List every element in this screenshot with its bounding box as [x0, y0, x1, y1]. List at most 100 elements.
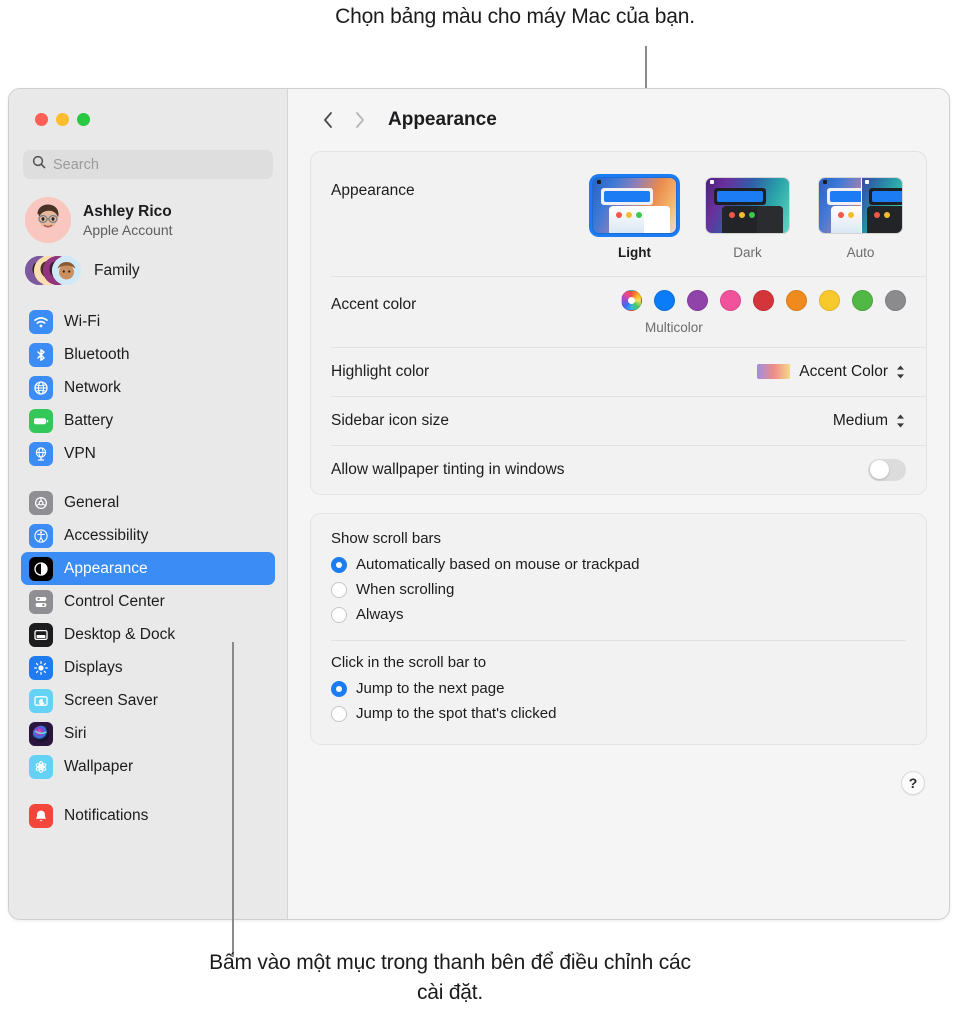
sidebar-item-label: Bluetooth: [64, 346, 130, 364]
sidebar-item-notifications[interactable]: Notifications: [21, 799, 275, 832]
accent-swatch-green[interactable]: [852, 290, 873, 311]
minimize-button[interactable]: [56, 113, 69, 126]
sidebar-item-wallpaper[interactable]: Wallpaper: [21, 750, 275, 783]
theme-option-light[interactable]: Light: [589, 174, 680, 260]
zoom-button[interactable]: [77, 113, 90, 126]
sidebar-item-label: VPN: [64, 445, 96, 463]
screen-saver-icon: [29, 689, 53, 713]
sidebar-item-label: Desktop & Dock: [64, 626, 175, 644]
sidebar-item-family[interactable]: Family: [25, 253, 275, 289]
sidebar-icon-size-popup-button[interactable]: [895, 413, 906, 429]
appearance-theme-row: Appearance: [311, 152, 926, 276]
sidebar-item-desktop-and-dock[interactable]: Desktop & Dock: [21, 618, 275, 651]
radio-jump-next-page[interactable]: Jump to the next page: [331, 676, 906, 701]
accent-color-caption: Multicolor: [645, 320, 703, 335]
account-subtitle: Apple Account: [83, 221, 173, 239]
sidebar-item-network[interactable]: Network: [21, 371, 275, 404]
theme-option-dark[interactable]: Dark: [702, 174, 793, 260]
sidebar-icon-size-label: Sidebar icon size: [331, 412, 833, 430]
family-avatar-4: [52, 256, 81, 285]
accent-swatch-yellow[interactable]: [819, 290, 840, 311]
accent-color-label: Accent color: [331, 290, 621, 314]
highlight-color-swatch: [757, 364, 790, 379]
click-scroll-bar-title: Click in the scroll bar to: [331, 654, 906, 671]
callout-bottom-leader-line: [232, 642, 234, 957]
gear-icon: [29, 491, 53, 515]
theme-thumbnail-dark: [705, 177, 790, 234]
radio-label: Jump to the next page: [356, 680, 504, 697]
radio-jump-to-spot[interactable]: Jump to the spot that's clicked: [331, 701, 906, 726]
highlight-color-label: Highlight color: [331, 363, 757, 381]
accent-color-swatches: [621, 290, 906, 311]
help-button[interactable]: ?: [901, 771, 925, 795]
sidebar-item-label: Siri: [64, 725, 86, 743]
content-panel: Appearance Appearance: [288, 89, 949, 919]
radio-label: When scrolling: [356, 581, 454, 598]
radio-button[interactable]: [331, 706, 347, 722]
sidebar-item-accessibility[interactable]: Accessibility: [21, 519, 275, 552]
chevron-right-icon[interactable]: [346, 106, 374, 134]
highlight-color-row: Highlight color Accent Color: [311, 347, 926, 396]
sidebar-item-vpn[interactable]: VPN: [21, 437, 275, 470]
traffic-lights: [21, 89, 275, 126]
wallpaper-tinting-toggle[interactable]: [868, 459, 906, 481]
theme-label: Dark: [733, 245, 762, 260]
account-row[interactable]: Ashley Rico Apple Account: [25, 193, 275, 247]
radio-label: Jump to the spot that's clicked: [356, 705, 556, 722]
chevron-left-icon[interactable]: [314, 106, 342, 134]
radio-button[interactable]: [331, 607, 347, 623]
accent-swatch-pink[interactable]: [720, 290, 741, 311]
sidebar-item-label: Screen Saver: [64, 692, 158, 710]
search-input[interactable]: [53, 157, 264, 173]
accent-color-row: Accent color Multicolor: [311, 276, 926, 347]
appearance-settings-card: Appearance: [310, 151, 927, 495]
sidebar-item-control-center[interactable]: Control Center: [21, 585, 275, 618]
sidebar-item-screen-saver[interactable]: Screen Saver: [21, 684, 275, 717]
accent-swatch-orange[interactable]: [786, 290, 807, 311]
sidebar-item-label: Wallpaper: [64, 758, 133, 776]
siri-icon: [29, 722, 53, 746]
theme-thumbnail-light: [592, 177, 677, 234]
theme-option-auto[interactable]: Auto: [815, 174, 906, 260]
radio-button[interactable]: [331, 557, 347, 573]
accent-swatch-blue[interactable]: [654, 290, 675, 311]
radio-button[interactable]: [331, 681, 347, 697]
network-globe-icon: [29, 376, 53, 400]
callout-top-text: Chọn bảng màu cho máy Mac của bạn.: [330, 2, 700, 32]
highlight-color-value: Accent Color: [799, 363, 888, 381]
sidebar-item-label: Accessibility: [64, 527, 148, 545]
sidebar-item-wi-fi[interactable]: Wi-Fi: [21, 305, 275, 338]
radio-scroll-automatically[interactable]: Automatically based on mouse or trackpad: [331, 552, 906, 577]
radio-scroll-always[interactable]: Always: [331, 602, 906, 627]
theme-label: Auto: [847, 245, 875, 260]
search-field[interactable]: [23, 150, 273, 179]
sidebar-group-system: General Accessibility Appearance Control…: [21, 486, 275, 783]
close-button[interactable]: [35, 113, 48, 126]
sidebar-item-battery[interactable]: Battery: [21, 404, 275, 437]
sidebar-item-label: Wi-Fi: [64, 313, 100, 331]
desktop-dock-icon: [29, 623, 53, 647]
radio-button[interactable]: [331, 582, 347, 598]
radio-scroll-when-scrolling[interactable]: When scrolling: [331, 577, 906, 602]
radio-label: Automatically based on mouse or trackpad: [356, 556, 639, 573]
accent-swatch-red[interactable]: [753, 290, 774, 311]
highlight-color-popup-button[interactable]: [895, 364, 906, 380]
sidebar-item-siri[interactable]: Siri: [21, 717, 275, 750]
sidebar-item-appearance[interactable]: Appearance: [21, 552, 275, 585]
accent-swatch-multicolor[interactable]: [621, 290, 642, 311]
accessibility-icon: [29, 524, 53, 548]
page-title: Appearance: [388, 109, 497, 131]
theme-picker: Light: [589, 174, 906, 260]
sidebar-item-displays[interactable]: Displays: [21, 651, 275, 684]
sidebar-item-label: Network: [64, 379, 121, 397]
appearance-icon: [29, 557, 53, 581]
wifi-icon: [29, 310, 53, 334]
sidebar-item-bluetooth[interactable]: Bluetooth: [21, 338, 275, 371]
sidebar-group-notifications: Notifications: [21, 799, 275, 832]
divider: [331, 640, 906, 641]
sidebar: Ashley Rico Apple Account: [9, 89, 288, 919]
sidebar-item-general[interactable]: General: [21, 486, 275, 519]
sidebar-item-label: Battery: [64, 412, 113, 430]
accent-swatch-graphite[interactable]: [885, 290, 906, 311]
accent-swatch-purple[interactable]: [687, 290, 708, 311]
